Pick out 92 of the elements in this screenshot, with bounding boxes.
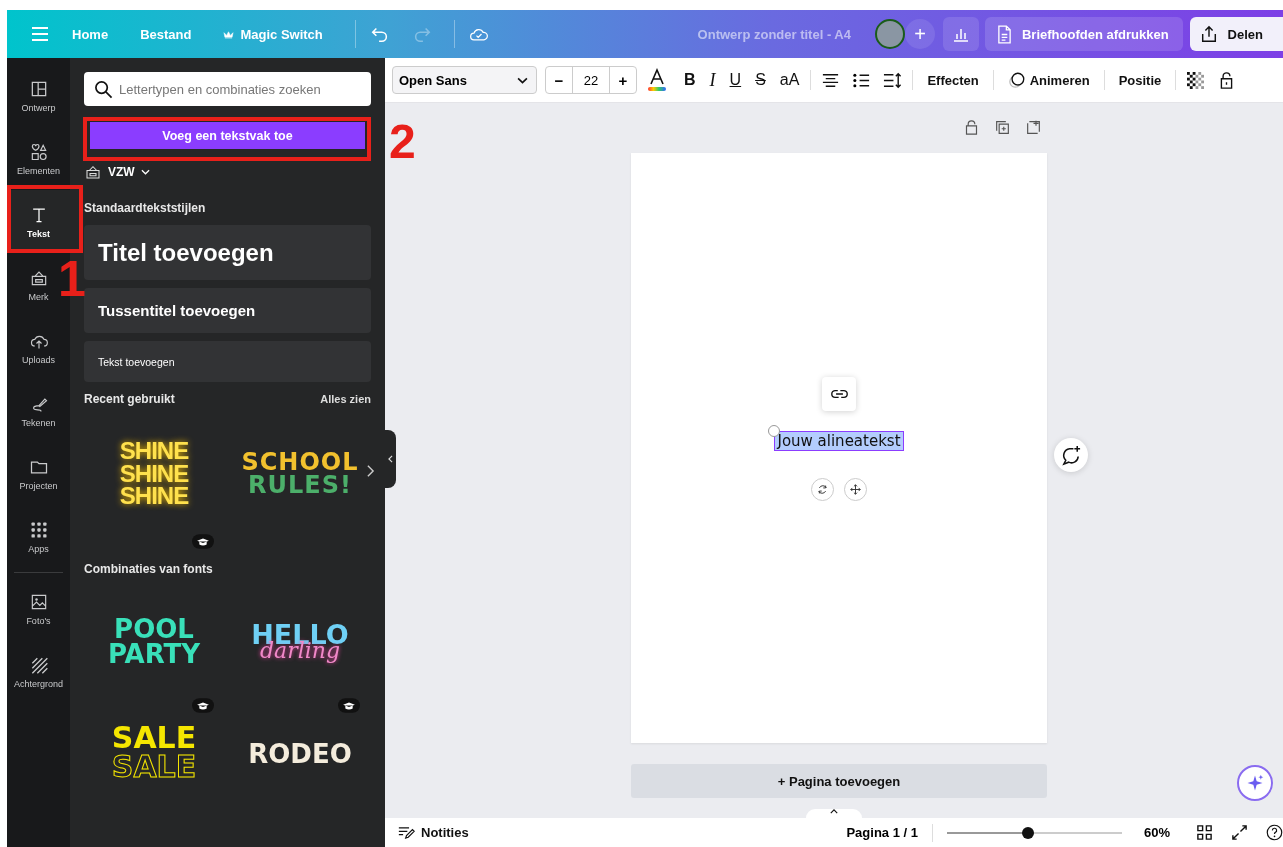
sidebar-item[interactable]: Elementen [7,127,70,190]
text-color-icon[interactable] [647,68,667,92]
add-textbox-button[interactable]: Voeg een tekstvak toe [90,122,365,149]
move-handle[interactable] [844,478,867,501]
link-icon [829,388,849,400]
chevron-left-icon [388,455,393,463]
template-text[interactable]: POOL [114,617,194,642]
section-heading: Standaardtekststijlen [84,201,207,215]
zoom-percentage[interactable]: 60% [1143,825,1170,840]
print-button[interactable]: Briefhoofden afdrukken [984,17,1183,51]
sidebar-item[interactable]: Apps [7,505,70,568]
copy-icon[interactable] [995,119,1010,135]
italic-button[interactable]: I [702,69,723,91]
grid-view-icon[interactable] [1196,824,1213,841]
see-all-link[interactable]: Alles zien [320,393,371,405]
bold-button[interactable]: B [677,71,703,89]
page-indicator[interactable]: Pagina 1 / 1 [846,825,918,840]
sidebar-item[interactable]: Foto's [7,577,70,640]
line-spacing-icon[interactable] [883,71,903,89]
fullscreen-icon[interactable] [1231,824,1248,841]
animate-button[interactable]: Animeren [997,71,1100,89]
link-button[interactable] [822,377,856,411]
template-text[interactable]: SALE [111,752,197,781]
annotation-number: 2 [389,118,416,166]
template-text[interactable]: RULES! [248,474,352,497]
add-page-button[interactable]: + Pagina toevoegen [631,764,1047,798]
effects-button[interactable]: Effecten [917,72,989,88]
notes-button[interactable]: Notities [398,825,469,840]
selected-text[interactable]: Jouw alineatekst [774,431,904,451]
rotate-icon [817,484,828,495]
premium-cap-icon [192,534,214,549]
sidebar-item[interactable]: Uploads [7,316,70,379]
template-text[interactable]: SHINE [119,462,189,486]
chevron-right-icon[interactable] [366,464,375,478]
move-icon [850,484,861,495]
decrease-size-button[interactable]: − [546,67,572,93]
search-field[interactable]: Lettertypen en combinaties zoeken [84,72,371,106]
transparency-icon[interactable] [1186,71,1206,89]
design-page[interactable]: Jouw alineatekst [631,153,1047,743]
help-icon[interactable] [1266,824,1283,841]
sidebar-item[interactable]: Ontwerp [7,64,70,127]
text-style-button[interactable]: Tussentitel toevoegen [84,288,371,333]
chevron-down-icon [517,76,528,84]
template-text[interactable]: PARTY [107,642,201,667]
circles-icon [1007,71,1026,89]
add-collaborator-button[interactable]: + [904,19,935,49]
add-comment-button[interactable] [1054,438,1088,472]
premium-cap-icon [192,698,214,713]
sidebar-item[interactable]: Tekenen [7,379,70,442]
share-button[interactable]: Delen [1189,17,1283,51]
position-button[interactable]: Positie [1108,72,1172,88]
brand-kit-dropdown[interactable]: VZW [84,163,150,181]
template-text[interactable]: SHINE [119,485,189,509]
font-dropdown[interactable]: Open Sans [392,66,537,94]
avatar[interactable] [874,19,905,49]
sidebar-item[interactable]: Achtergrond [7,640,70,703]
magic-assistant-button[interactable] [1237,765,1273,801]
undo-icon[interactable] [369,25,390,43]
text-style-button[interactable]: Titel toevoegen [84,225,371,280]
font-size-field[interactable]: 22 [572,67,610,93]
share-icon [1199,25,1218,43]
crown-icon [223,29,235,39]
notes-icon [398,825,415,840]
sidebar-item[interactable]: Projecten [7,442,70,505]
chevron-up-icon [830,809,838,814]
insights-button[interactable] [942,17,979,51]
template-text[interactable]: RODEO [248,742,352,767]
text-style-button[interactable]: Tekst toevoegen [84,341,371,382]
add-page-icon[interactable] [1026,119,1041,135]
chevron-down-icon [140,169,150,175]
rotate-handle[interactable] [811,478,834,501]
expand-pages-tab[interactable] [806,809,862,818]
brand-kit-icon [84,163,102,181]
letter-case-button[interactable]: aA [772,71,807,89]
bullet-list-icon[interactable] [852,71,872,89]
template-text[interactable]: SCHOOL [241,451,359,474]
template-text[interactable]: SHINE [119,439,189,463]
lock-icon[interactable] [964,119,979,135]
document-icon [996,24,1012,44]
section-heading: Combinaties van fonts [84,562,214,576]
premium-cap-icon [338,698,360,713]
template-text[interactable]: SALE [111,724,197,753]
comment-add-icon [1060,444,1082,466]
section-heading: Recent gebruikt [84,392,175,406]
strikethrough-button[interactable]: S [748,71,773,89]
annotation-number: 1 [58,254,86,304]
bar-chart-icon [951,26,970,42]
underline-button[interactable]: U [722,71,749,89]
increase-size-button[interactable]: + [610,67,636,93]
align-center-icon[interactable] [821,71,841,89]
collapse-panel-tab[interactable] [385,430,396,488]
zoom-slider[interactable] [946,826,1122,839]
